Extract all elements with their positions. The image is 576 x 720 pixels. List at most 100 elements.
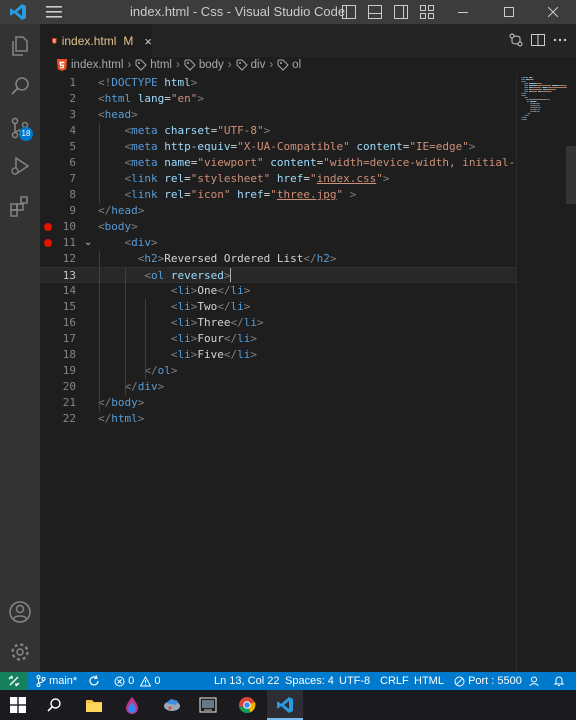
tab-index-html[interactable]: index.html M ×: [40, 24, 152, 57]
code-line[interactable]: 16 <li>Three</li>: [40, 315, 516, 331]
vscode-icon[interactable]: [273, 693, 297, 717]
close-window-icon[interactable]: [530, 0, 576, 24]
code-token: link: [131, 188, 158, 201]
source-control-icon[interactable]: 18: [8, 116, 33, 141]
maximize-icon[interactable]: [486, 0, 532, 24]
code-line[interactable]: 4 <meta charset="UTF-8">: [40, 123, 516, 139]
code-line[interactable]: 18 <li>Five</li>: [40, 347, 516, 363]
extensions-icon[interactable]: [8, 194, 32, 218]
remote-window-icon[interactable]: [0, 672, 28, 690]
minimap-stroke: [532, 77, 534, 78]
windows-start-icon[interactable]: [6, 693, 30, 717]
code-token: li: [230, 284, 244, 297]
code-editor[interactable]: 1 <!DOCTYPE html> 2 <html lang="en"> 3 <head>…: [40, 73, 516, 672]
code-line[interactable]: 5 <meta http-equiv="X-UA-Compatible" con…: [40, 139, 516, 155]
code-line[interactable]: 3 <head>: [40, 107, 516, 123]
code-line[interactable]: 13 <ol reversed>: [40, 267, 516, 283]
file-explorer-icon[interactable]: [82, 693, 106, 717]
branch-status[interactable]: main*: [36, 672, 77, 690]
code-line[interactable]: 9 </head>: [40, 203, 516, 219]
tab-close-icon[interactable]: ×: [144, 34, 152, 49]
customize-layout-icon[interactable]: [419, 4, 435, 20]
cursor-position[interactable]: Ln 13, Col 22: [214, 672, 279, 690]
code-line[interactable]: 14 <li>One</li>: [40, 283, 516, 299]
line-number: 21: [62, 396, 76, 409]
code-token: >: [468, 140, 476, 153]
line-number: 20: [62, 380, 76, 393]
notifications-icon[interactable]: [553, 672, 565, 690]
code-line[interactable]: 22 </html>: [40, 411, 516, 427]
source-control-badge: 18: [19, 127, 33, 141]
app-icon[interactable]: [160, 693, 184, 717]
code-line[interactable]: 1 <!DOCTYPE html>: [40, 75, 516, 91]
encoding-status[interactable]: UTF-8: [339, 672, 370, 690]
code-line[interactable]: 10 <body>: [40, 219, 516, 235]
vscode-logo-icon: [0, 0, 36, 24]
code-token: h2: [144, 252, 158, 265]
code-line[interactable]: 15 <li>Two</li>: [40, 299, 516, 315]
code-token: </: [124, 380, 138, 393]
code-token: three.jpg: [276, 188, 337, 201]
indent-guide: [99, 123, 100, 203]
code-line[interactable]: 20 </div>: [40, 379, 516, 395]
breadcrumb-div[interactable]: div: [236, 59, 265, 71]
split-editor-icon[interactable]: [530, 32, 546, 48]
menu-icon[interactable]: [36, 0, 72, 24]
app-icon[interactable]: [196, 693, 220, 717]
chrome-icon[interactable]: [235, 693, 259, 717]
toggle-secondary-sidebar-icon[interactable]: [393, 4, 409, 20]
code-token: li: [230, 300, 244, 313]
code-token: >: [250, 332, 257, 345]
code-text: </div>: [98, 379, 165, 395]
eol-status[interactable]: CRLF: [380, 672, 409, 690]
fold-chevron-icon[interactable]: ⌄: [84, 235, 92, 251]
code-line[interactable]: 19 </ol>: [40, 363, 516, 379]
code-token: <: [144, 269, 151, 282]
open-changes-icon[interactable]: [508, 32, 524, 48]
code-token: html: [164, 76, 191, 89]
code-line[interactable]: 21 </body>: [40, 395, 516, 411]
run-debug-icon[interactable]: [8, 154, 32, 178]
settings-icon[interactable]: [8, 640, 32, 664]
code-token: >: [382, 172, 390, 185]
minimap-stroke: [525, 91, 529, 92]
code-line[interactable]: 12 <h2>Reversed Ordered List</h2>: [40, 251, 516, 267]
breadcrumb-html[interactable]: html: [135, 59, 172, 71]
line-number: 7: [69, 172, 76, 185]
search-icon[interactable]: [42, 693, 66, 717]
feedback-icon[interactable]: [528, 672, 540, 690]
minimize-icon[interactable]: [440, 0, 486, 24]
indent-guide: [125, 267, 127, 395]
vertical-scrollbar[interactable]: [566, 146, 576, 204]
more-actions-icon[interactable]: [552, 32, 568, 48]
live-server-status[interactable]: Port : 5500: [454, 672, 522, 690]
code-line[interactable]: 7 <link rel="stylesheet" href="index.css…: [40, 171, 516, 187]
code-line[interactable]: 6 <meta name="viewport" content="width=d…: [40, 155, 516, 171]
account-icon[interactable]: [8, 600, 32, 624]
breadcrumb-file[interactable]: index.html: [56, 58, 123, 71]
code-line[interactable]: 8 <link rel="icon" href="three.jpg" >: [40, 187, 516, 203]
code-line[interactable]: 11 ⌄ <div>: [40, 235, 516, 251]
minimap-stroke: [539, 109, 541, 110]
code-line[interactable]: 2 <html lang="en">: [40, 91, 516, 107]
code-token: =: [184, 188, 191, 201]
code-line[interactable]: 17 <li>Four</li>: [40, 331, 516, 347]
code-token: href: [276, 172, 304, 185]
breadcrumb-body[interactable]: body: [184, 59, 224, 71]
indentation-status[interactable]: Spaces: 4: [285, 672, 334, 690]
minimap-stroke: [542, 91, 550, 92]
sync-icon[interactable]: [88, 672, 100, 690]
code-token: >: [137, 204, 145, 217]
language-mode[interactable]: HTML: [414, 672, 444, 690]
code-token: "IE=edge": [409, 140, 469, 153]
code-text: <li>Four</li>: [98, 331, 257, 347]
toggle-primary-sidebar-icon[interactable]: [341, 4, 357, 20]
app-icon[interactable]: [120, 693, 144, 717]
breadcrumb-ol[interactable]: ol: [277, 59, 301, 71]
problems-status[interactable]: 0 0: [114, 672, 160, 690]
minimap-stroke: [558, 85, 566, 86]
toggle-panel-icon[interactable]: [367, 4, 383, 20]
search-icon[interactable]: [8, 74, 32, 98]
explorer-icon[interactable]: [8, 34, 32, 58]
